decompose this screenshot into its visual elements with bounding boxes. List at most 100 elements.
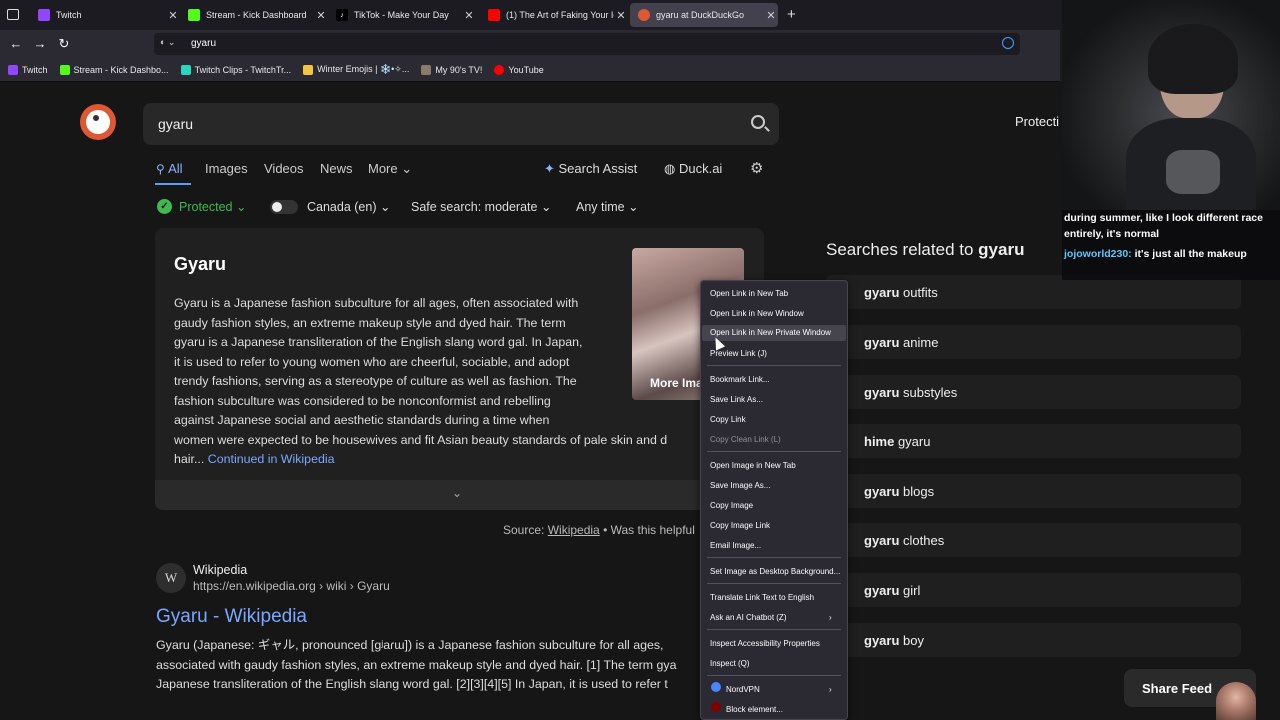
back-icon[interactable]: ← (7, 35, 25, 53)
related-search-item[interactable]: ⚲gyaru girl (826, 573, 1241, 607)
site-identity-icon[interactable]: ◐ ⌄ (160, 37, 184, 51)
kick-icon (59, 64, 70, 75)
menu-item-open-link-in-new-window[interactable]: Open Link in New Window (710, 309, 804, 318)
related-search-item[interactable]: ⚲gyaru clothes (826, 523, 1241, 557)
tab-news[interactable]: News (320, 161, 353, 176)
related-search-item[interactable]: ⚲hime gyaru (826, 424, 1241, 458)
knowledge-text: Gyaru is a Japanese fashion subculture f… (174, 296, 668, 466)
tab-twitch[interactable]: Twitch ✕ (30, 3, 180, 27)
forward-icon[interactable]: → (31, 35, 49, 53)
tab-tiktok[interactable]: ♪ TikTok - Make Your Day ✕ (328, 3, 476, 27)
tab-all[interactable]: ⚲ All (156, 161, 183, 176)
related-search-label: hime gyaru (864, 434, 931, 449)
protection-label[interactable]: Protecti (1015, 114, 1059, 129)
region-filter[interactable]: Canada (en) ⌄ (307, 199, 390, 214)
reload-icon[interactable]: ↻ (55, 35, 73, 53)
menu-item-open-link-in-new-tab[interactable]: Open Link in New Tab (710, 289, 788, 298)
close-icon[interactable]: ✕ (614, 9, 628, 22)
ublock-icon (711, 702, 721, 712)
menu-item-copy-link[interactable]: Copy Link (710, 415, 746, 424)
twitch-icon (38, 9, 50, 21)
related-search-item[interactable]: ⚲gyaru outfits (826, 275, 1241, 309)
chevron-down-icon: ⌄ (452, 486, 463, 500)
search-icon[interactable] (751, 115, 765, 129)
bookmark-youtube[interactable]: YouTube (494, 64, 544, 75)
source-wikipedia-link[interactable]: Wikipedia (548, 523, 600, 537)
menu-separator (707, 675, 841, 676)
related-search-item[interactable]: ⚲gyaru substyles (826, 375, 1241, 409)
menu-item-save-image-as[interactable]: Save Image As... (710, 481, 770, 490)
duckduckgo-logo-icon[interactable] (80, 104, 116, 140)
menu-item-nordvpn[interactable]: NordVPN (726, 685, 760, 694)
duck-ai-button[interactable]: ◍ Duck.ai (664, 161, 722, 177)
related-search-item[interactable]: ⚲gyaru anime (826, 325, 1241, 359)
nordvpn-icon (711, 682, 721, 692)
close-icon[interactable]: ✕ (462, 9, 476, 22)
related-search-item[interactable]: ⚲gyaru blogs (826, 474, 1241, 508)
time-filter[interactable]: Any time ⌄ (576, 199, 639, 214)
search-input[interactable]: gyaru (143, 103, 779, 145)
tab-videos[interactable]: Videos (264, 161, 304, 176)
source-line: Source: Wikipedia • Was this helpful (503, 523, 695, 537)
related-search-label: gyaru substyles (864, 385, 958, 400)
bookmark-my-90s-tv[interactable]: My 90's TV! (421, 64, 482, 75)
related-search-label: gyaru boy (864, 633, 924, 648)
menu-item-copy-image-link[interactable]: Copy Image Link (710, 521, 770, 530)
webcam-overlay (1062, 0, 1280, 210)
result-title-link[interactable]: Gyaru - Wikipedia (156, 606, 307, 628)
related-search-label: gyaru clothes (864, 533, 945, 548)
url-text[interactable]: gyaru (191, 38, 216, 49)
menu-item-open-image-in-new-tab[interactable]: Open Image in New Tab (710, 461, 796, 470)
wikipedia-icon: W (156, 563, 186, 593)
protected-filter[interactable]: Protected ⌄ (179, 199, 246, 214)
menu-item-bookmark-link[interactable]: Bookmark Link... (710, 375, 770, 384)
expand-button[interactable]: ⌄ (155, 480, 764, 510)
menu-item-ask-an-ai-chatbot-z[interactable]: Ask an AI Chatbot (Z) (710, 613, 786, 622)
close-icon[interactable]: ✕ (314, 9, 328, 22)
translate-globe-icon[interactable] (1002, 37, 1014, 49)
search-assist-button[interactable]: ✦ Search Assist (544, 161, 637, 177)
result-url[interactable]: https://en.wikipedia.org › wiki › Gyaru (193, 579, 390, 593)
related-search-label: gyaru girl (864, 583, 921, 598)
bookmark-winter-emojis[interactable]: Winter Emojis | ❄️•✧... (303, 64, 409, 75)
related-search-label: gyaru blogs (864, 484, 935, 499)
region-toggle[interactable] (270, 200, 298, 214)
menu-item-preview-link-j[interactable]: Preview Link (J) (710, 349, 767, 358)
tab-images[interactable]: Images (205, 161, 248, 176)
tab-duckduckgo[interactable]: gyaru at DuckDuckGo ✕ (630, 3, 778, 27)
menu-item-inspect-q[interactable]: Inspect (Q) (710, 659, 750, 668)
continue-wikipedia-link[interactable]: Continued in Wikipedia (208, 452, 335, 466)
related-search-item[interactable]: ⚲gyaru boy (826, 623, 1241, 657)
safe-search-filter[interactable]: Safe search: moderate ⌄ (411, 199, 551, 214)
menu-item-block-element[interactable]: Block element... (726, 705, 783, 714)
search-query[interactable]: gyaru (158, 116, 193, 132)
menu-item-inspect-accessibility-properties[interactable]: Inspect Accessibility Properties (710, 639, 820, 648)
settings-gear-icon[interactable]: ⚙ (750, 159, 763, 177)
tab-kick[interactable]: Stream - Kick Dashboard ✕ (180, 3, 328, 27)
result-site[interactable]: Wikipedia (193, 563, 247, 577)
bookmark-kick[interactable]: Stream - Kick Dashbo... (59, 64, 169, 75)
bookmark-twitch-clips[interactable]: Twitch Clips - TwitchTr... (180, 64, 291, 75)
more-images-label[interactable]: More Ima (650, 376, 703, 390)
url-bar[interactable]: ◐ ⌄ gyaru (154, 33, 1020, 55)
new-tab-icon[interactable]: + (787, 6, 796, 23)
menu-item-set-image-as-desktop-background[interactable]: Set Image as Desktop Background... (710, 567, 840, 576)
menu-item-open-link-in-new-private-window[interactable]: Open Link in New Private Window (702, 325, 846, 341)
menu-item-copy-image[interactable]: Copy Image (710, 501, 753, 510)
menu-item-translate-link-text-to-english[interactable]: Translate Link Text to English (710, 593, 814, 602)
related-searches-heading: Searches related to gyaru (826, 240, 1025, 259)
tab-overview-icon[interactable] (7, 9, 19, 20)
chat-username: jojoworld230: (1064, 248, 1132, 260)
check-icon: ✓ (157, 199, 172, 214)
close-icon[interactable]: ✕ (764, 9, 778, 22)
tab-more[interactable]: More ⌄ (368, 161, 412, 177)
bookmark-twitch[interactable]: Twitch (8, 64, 48, 75)
menu-item-email-image[interactable]: Email Image... (710, 541, 761, 550)
result-snippet: Gyaru (Japanese: ギャル, pronounced [gʲaɾɯ]… (156, 638, 677, 691)
tv-icon (421, 64, 432, 75)
close-icon[interactable]: ✕ (166, 9, 180, 22)
tab-youtube[interactable]: (1) The Art of Faking Your Identi ✕ (480, 3, 628, 27)
menu-item-save-link-as[interactable]: Save Link As... (710, 395, 763, 404)
folder-icon (303, 64, 314, 75)
menu-separator (707, 557, 841, 558)
